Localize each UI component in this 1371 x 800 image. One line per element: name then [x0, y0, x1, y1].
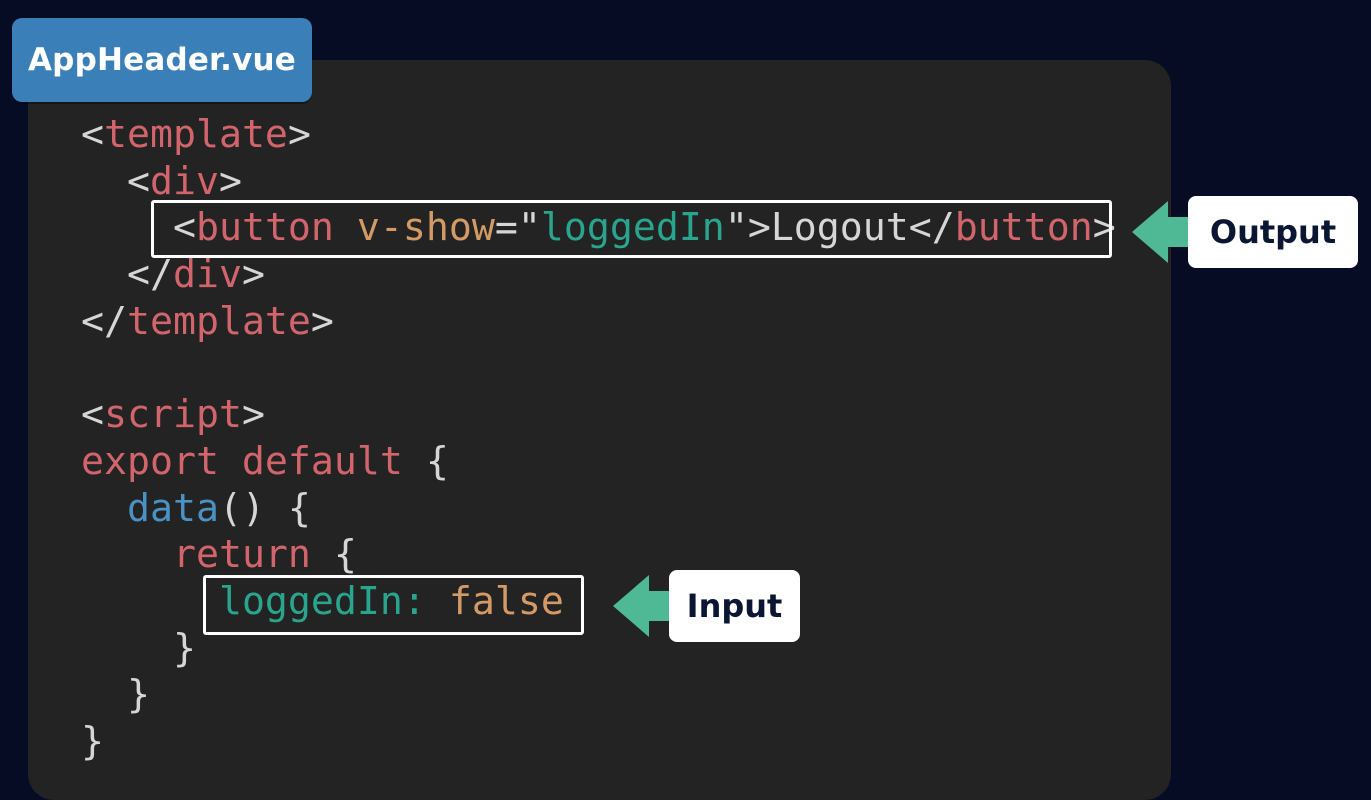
input-callout: Input	[613, 570, 800, 642]
left-arrow-icon	[1132, 201, 1168, 263]
code-line-5: </template>	[81, 299, 1116, 346]
output-highlight-box	[151, 200, 1112, 258]
keyword-return: return	[172, 533, 311, 578]
brace-open: {	[402, 439, 449, 484]
keyword-export-default: export default	[81, 439, 403, 484]
code-line-7: <script>	[81, 392, 1116, 439]
tag-div-close: div	[172, 253, 242, 298]
parens-brace: () {	[218, 486, 311, 531]
output-label: Output	[1188, 196, 1358, 268]
closing-angle-open: </	[126, 253, 173, 298]
closing-angle-open: </	[81, 299, 127, 344]
code-line-6-blank	[81, 345, 1116, 392]
code-line-10: return {	[81, 532, 1116, 579]
code-line-13: }	[81, 672, 1116, 719]
tag-script: script	[104, 393, 242, 438]
brace-close: }	[126, 673, 150, 718]
brace-open: {	[310, 533, 357, 578]
angle-close: >	[287, 113, 311, 157]
input-highlight-box	[203, 575, 584, 635]
brace-close: }	[81, 719, 104, 764]
arrow-shaft	[649, 591, 669, 621]
tag-div: div	[149, 159, 219, 204]
angle-open: <	[81, 113, 104, 157]
code-line-14: }	[81, 719, 1116, 766]
code-line-4: </div>	[81, 252, 1116, 299]
left-arrow-icon	[613, 575, 649, 637]
code-line-2: <div>	[81, 159, 1116, 206]
input-label: Input	[669, 570, 800, 642]
angle-open: <	[126, 159, 150, 204]
angle-close: >	[218, 159, 242, 204]
angle-close: >	[241, 253, 265, 298]
arrow-shaft	[1168, 217, 1188, 247]
output-callout: Output	[1132, 196, 1358, 268]
angle-open: <	[81, 393, 104, 438]
angle-close: >	[310, 299, 334, 344]
brace-close: }	[172, 626, 196, 671]
tag-template: template	[104, 113, 288, 157]
code-line-8: export default {	[81, 439, 1116, 486]
code-line-1: <template>	[81, 112, 1116, 159]
function-data: data	[126, 486, 219, 531]
angle-close: >	[241, 393, 265, 438]
file-tab[interactable]: AppHeader.vue	[12, 18, 312, 102]
code-line-9: data() {	[81, 486, 1116, 533]
tag-template-close: template	[126, 299, 311, 344]
